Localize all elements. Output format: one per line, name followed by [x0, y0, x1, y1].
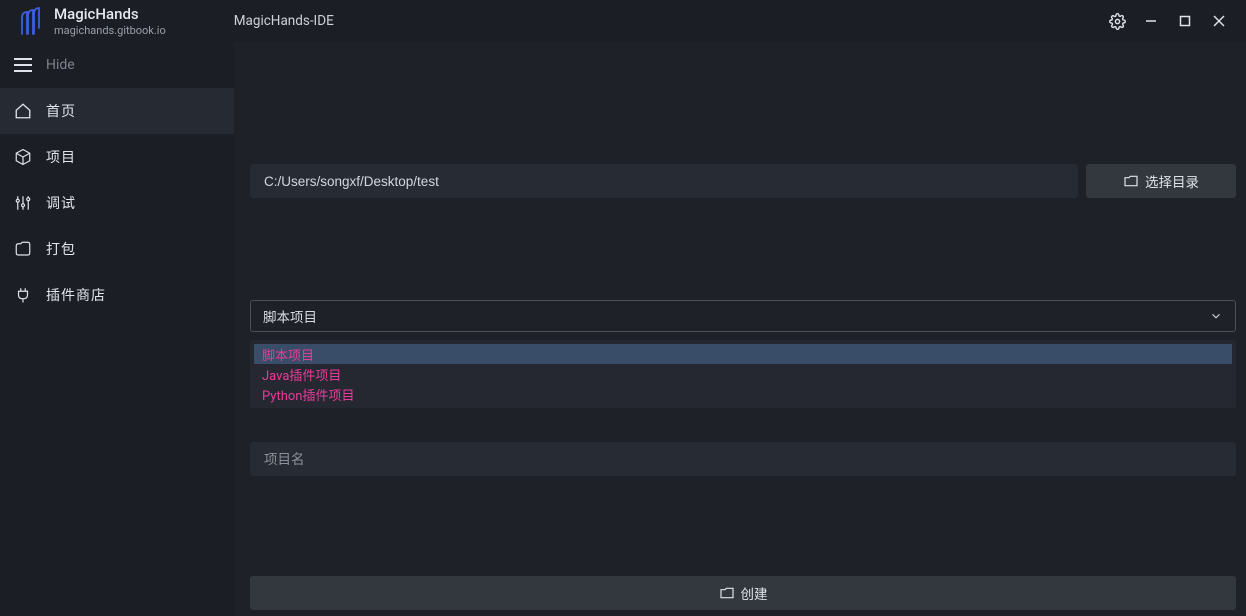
package-icon: [0, 240, 46, 258]
brand-subtitle: magichands.gitbook.io: [54, 24, 166, 37]
path-input[interactable]: [250, 164, 1078, 198]
hamburger-icon: [0, 58, 46, 72]
folder-icon: [719, 586, 735, 600]
sidebar-item-label: 首页: [46, 101, 76, 121]
choose-directory-label: 选择目录: [1145, 171, 1199, 191]
create-button[interactable]: 创建: [250, 576, 1236, 610]
sidebar-item-label: 调试: [46, 193, 76, 213]
close-button[interactable]: [1202, 0, 1236, 42]
sidebar-item-home[interactable]: 首页: [0, 88, 234, 134]
sidebar: Hide 首页 项目 调试 打包: [0, 42, 234, 616]
sliders-icon: [0, 194, 46, 212]
project-type-dropdown: 脚本项目 Java插件项目 Python插件项目: [250, 340, 1236, 408]
sidebar-item-label: 项目: [46, 147, 76, 167]
window-title: MagicHands-IDE: [234, 13, 334, 29]
sidebar-item-plugin-store[interactable]: 插件商店: [0, 272, 234, 318]
folder-icon: [1123, 174, 1139, 188]
dropdown-option-script[interactable]: 脚本项目: [254, 344, 1232, 364]
sidebar-item-label: 插件商店: [46, 285, 106, 305]
create-label: 创建: [741, 583, 768, 603]
brand-title: MagicHands: [54, 5, 166, 23]
cube-icon: [0, 148, 46, 166]
minimize-button[interactable]: [1134, 0, 1168, 42]
main-panel: 选择目录 脚本项目 脚本项目 Java插件项目 Python插件项目: [234, 42, 1246, 616]
hide-label: Hide: [46, 57, 75, 73]
sidebar-item-debug[interactable]: 调试: [0, 180, 234, 226]
plug-icon: [0, 286, 46, 304]
project-name-input[interactable]: [250, 442, 1236, 476]
sidebar-item-label: 打包: [46, 239, 76, 259]
sidebar-item-project[interactable]: 项目: [0, 134, 234, 180]
dropdown-option-python[interactable]: Python插件项目: [254, 384, 1232, 404]
maximize-button[interactable]: [1168, 0, 1202, 42]
choose-directory-button[interactable]: 选择目录: [1086, 164, 1236, 198]
select-current-label: 脚本项目: [263, 306, 317, 326]
sidebar-toggle[interactable]: Hide: [0, 42, 234, 88]
titlebar: MagicHands magichands.gitbook.io MagicHa…: [0, 0, 1246, 42]
home-icon: [0, 102, 46, 120]
project-type-select[interactable]: 脚本项目: [250, 300, 1236, 332]
brand: MagicHands magichands.gitbook.io: [54, 5, 166, 37]
dropdown-option-java[interactable]: Java插件项目: [254, 364, 1232, 384]
settings-button[interactable]: [1100, 0, 1134, 42]
sidebar-item-package[interactable]: 打包: [0, 226, 234, 272]
app-logo: [10, 6, 50, 36]
chevron-down-icon: [1209, 309, 1223, 323]
